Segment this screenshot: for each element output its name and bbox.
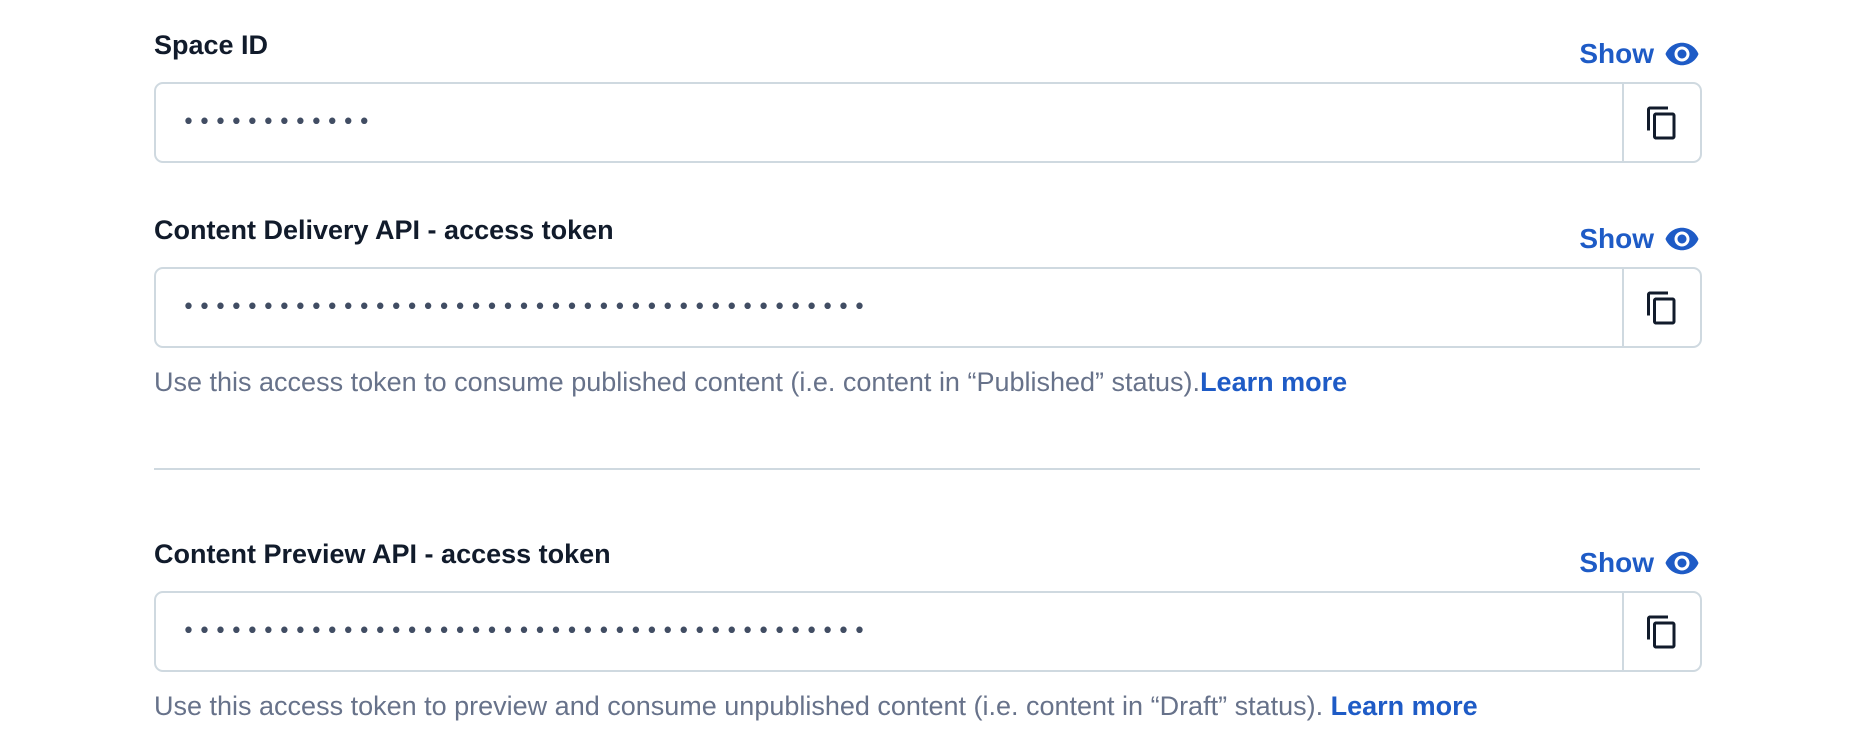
delivery-token-show-button[interactable]: Show bbox=[1579, 221, 1700, 257]
space-id-field: Space ID Show •••••••••••• bbox=[154, 30, 1702, 163]
delivery-token-field: Content Delivery API - access token Show… bbox=[154, 215, 1702, 405]
preview-token-label: Content Preview API - access token bbox=[154, 539, 611, 569]
delivery-token-input[interactable]: ••••••••••••••••••••••••••••••••••••••••… bbox=[154, 267, 1702, 348]
show-label: Show bbox=[1579, 38, 1654, 69]
section-divider bbox=[154, 468, 1700, 470]
delivery-token-learn-more-link[interactable]: Learn more bbox=[1200, 367, 1347, 397]
preview-token-learn-more-link[interactable]: Learn more bbox=[1331, 691, 1478, 721]
preview-token-field: Content Preview API - access token Show … bbox=[154, 539, 1702, 729]
preview-token-value[interactable]: ••••••••••••••••••••••••••••••••••••••••… bbox=[156, 593, 1622, 670]
eye-icon bbox=[1665, 42, 1699, 66]
space-id-copy-button[interactable] bbox=[1622, 84, 1700, 161]
space-id-label: Space ID bbox=[154, 30, 269, 60]
space-id-value[interactable]: •••••••••••• bbox=[156, 84, 1622, 161]
copy-icon bbox=[1647, 106, 1676, 139]
preview-token-copy-button[interactable] bbox=[1622, 593, 1700, 670]
delivery-token-help: Use this access token to consume publish… bbox=[154, 367, 1347, 398]
copy-icon bbox=[1647, 291, 1676, 324]
preview-token-help-text: Use this access token to preview and con… bbox=[154, 691, 1331, 721]
delivery-token-value[interactable]: ••••••••••••••••••••••••••••••••••••••••… bbox=[156, 269, 1622, 346]
delivery-token-label: Content Delivery API - access token bbox=[154, 215, 614, 245]
preview-token-help: Use this access token to preview and con… bbox=[154, 691, 1478, 722]
show-label: Show bbox=[1579, 223, 1654, 254]
preview-token-show-button[interactable]: Show bbox=[1579, 545, 1700, 581]
space-id-show-button[interactable]: Show bbox=[1579, 36, 1700, 72]
copy-icon bbox=[1647, 615, 1676, 648]
show-label: Show bbox=[1579, 547, 1654, 578]
eye-icon bbox=[1665, 551, 1699, 575]
delivery-token-copy-button[interactable] bbox=[1622, 269, 1700, 346]
eye-icon bbox=[1665, 227, 1699, 251]
delivery-token-help-text: Use this access token to consume publish… bbox=[154, 367, 1201, 397]
space-id-input[interactable]: •••••••••••• bbox=[154, 82, 1702, 163]
preview-token-input[interactable]: ••••••••••••••••••••••••••••••••••••••••… bbox=[154, 591, 1702, 672]
